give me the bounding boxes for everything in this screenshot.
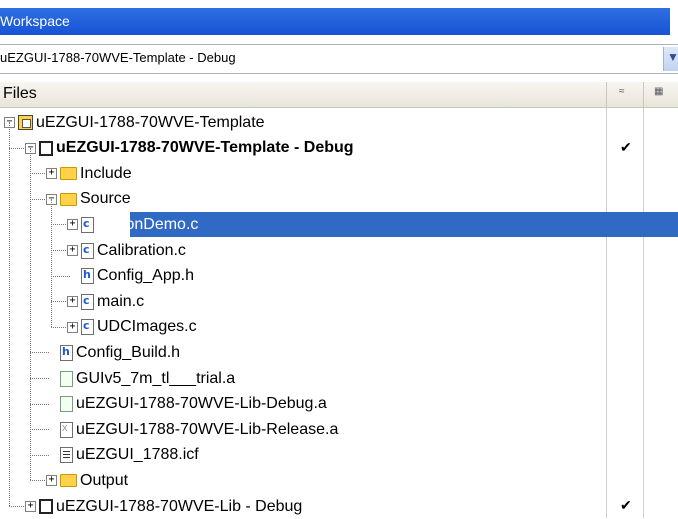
- options-icon: ▦: [654, 86, 664, 97]
- build-status-icon: ≈: [619, 86, 625, 97]
- h-file-icon: h: [81, 268, 94, 285]
- tree-row[interactable]: x uEZGUI-1788-70WVE-Lib-Release.a: [0, 417, 678, 442]
- c-file-icon: c: [81, 242, 94, 259]
- expand-icon[interactable]: +: [46, 475, 57, 487]
- tree-item-label: uEZGUI-1788-70WVE-Lib-Release.a: [76, 420, 339, 438]
- tree-item-label: uEZGUI-1788-70WVE-Lib - Debug: [56, 497, 303, 515]
- tree-row[interactable]: − uEZGUI-1788-70WVE-Template: [0, 110, 678, 135]
- tree-item-label: Include: [80, 164, 132, 182]
- tree-connector-line: [51, 198, 52, 327]
- expand-icon[interactable]: +: [46, 168, 57, 180]
- tree-row[interactable]: + c Calibration.c: [0, 238, 678, 263]
- tree-item-label: UDCImages.c: [97, 318, 197, 336]
- configuration-dropdown-value: uEZGUI-1788-70WVE-Template - Debug: [0, 50, 236, 65]
- tree-row[interactable]: − uEZGUI-1788-70WVE-Template - Debug ✔: [0, 136, 678, 161]
- tree-connector-line: [30, 147, 31, 481]
- expand-icon[interactable]: +: [67, 296, 78, 308]
- project-icon: [39, 499, 53, 514]
- workspace-title: Workspace: [0, 13, 70, 29]
- active-configuration-check-icon: ✔: [620, 497, 632, 513]
- active-configuration-check-icon: ✔: [620, 138, 632, 155]
- tree-item-label: Config_Build.h: [76, 343, 181, 361]
- h-file-icon: h: [60, 344, 73, 361]
- tree-item-label: main.c: [97, 292, 145, 310]
- project-icon: [39, 140, 53, 156]
- folder-icon: [60, 474, 77, 488]
- selection-highlight: [130, 212, 678, 238]
- tree-item-label: Source: [80, 190, 131, 208]
- expand-icon[interactable]: +: [25, 501, 36, 512]
- tree-connector-line: [9, 122, 10, 506]
- tree-item-label: uEZGUI-1788-70WVE-Lib-Debug.a: [76, 395, 327, 413]
- folder-icon: [60, 167, 77, 181]
- tree-row[interactable]: uEZGUI-1788-70WVE-Lib-Debug.a: [0, 392, 678, 417]
- tree-item-label: uEZGUI_1788.icf: [76, 446, 199, 464]
- excluded-file-icon: x: [60, 421, 73, 438]
- chevron-down-icon: ▼: [667, 50, 678, 64]
- library-file-icon: [60, 396, 73, 413]
- folder-icon: [60, 192, 77, 206]
- options-column-header[interactable]: ▦: [643, 82, 678, 108]
- dropdown-arrow-button[interactable]: ▼: [663, 47, 678, 71]
- library-file-icon: [60, 370, 73, 387]
- tree-item-label: uEZGUI-1788-70WVE-Template - Debug: [56, 139, 354, 157]
- c-file-icon: c: [81, 319, 94, 336]
- tree-row[interactable]: + uEZGUI-1788-70WVE-Lib - Debug ✔: [0, 494, 678, 519]
- workspace-title-bar[interactable]: Workspace: [0, 8, 670, 35]
- c-file-icon: c: [81, 293, 94, 310]
- tree-row[interactable]: + c UDCImages.c: [0, 315, 678, 340]
- c-file-icon: c: [81, 216, 94, 233]
- tree-column-header: Files ≈ ▦: [0, 82, 678, 108]
- tree-row[interactable]: + Include: [0, 161, 678, 186]
- tree-item-label: Output: [80, 471, 129, 489]
- tree-item-label: uEZGUI-1788-70WVE-Template: [36, 113, 265, 131]
- configuration-dropdown[interactable]: uEZGUI-1788-70WVE-Template - Debug ▼: [0, 44, 678, 74]
- expand-icon[interactable]: +: [67, 245, 78, 256]
- tree-item-label: GUIv5_7m_tl___trial.a: [76, 369, 236, 387]
- tree-item-label: Config_App.h: [97, 267, 194, 285]
- tree-row[interactable]: GUIv5_7m_tl___trial.a: [0, 366, 678, 391]
- expand-icon[interactable]: +: [67, 219, 78, 231]
- icf-file-icon: [60, 447, 73, 464]
- tree-row[interactable]: − Source: [0, 187, 678, 212]
- tree-row[interactable]: uEZGUI_1788.icf: [0, 443, 678, 468]
- tree-item-label: ButtonDemo.c: [97, 215, 199, 233]
- workspace-icon: [18, 115, 33, 130]
- build-status-column-header[interactable]: ≈: [606, 82, 643, 108]
- files-column-header[interactable]: Files: [3, 85, 37, 103]
- tree-row[interactable]: + Output: [0, 468, 678, 493]
- tree-row[interactable]: + c main.c: [0, 289, 678, 314]
- tree-row[interactable]: h Config_Build.h: [0, 340, 678, 365]
- tree-item-label: Calibration.c: [97, 241, 186, 259]
- tree-row[interactable]: h Config_App.h: [0, 264, 678, 289]
- tree-row[interactable]: + c ButtonDemo.c: [0, 212, 678, 238]
- expand-icon[interactable]: +: [67, 321, 78, 333]
